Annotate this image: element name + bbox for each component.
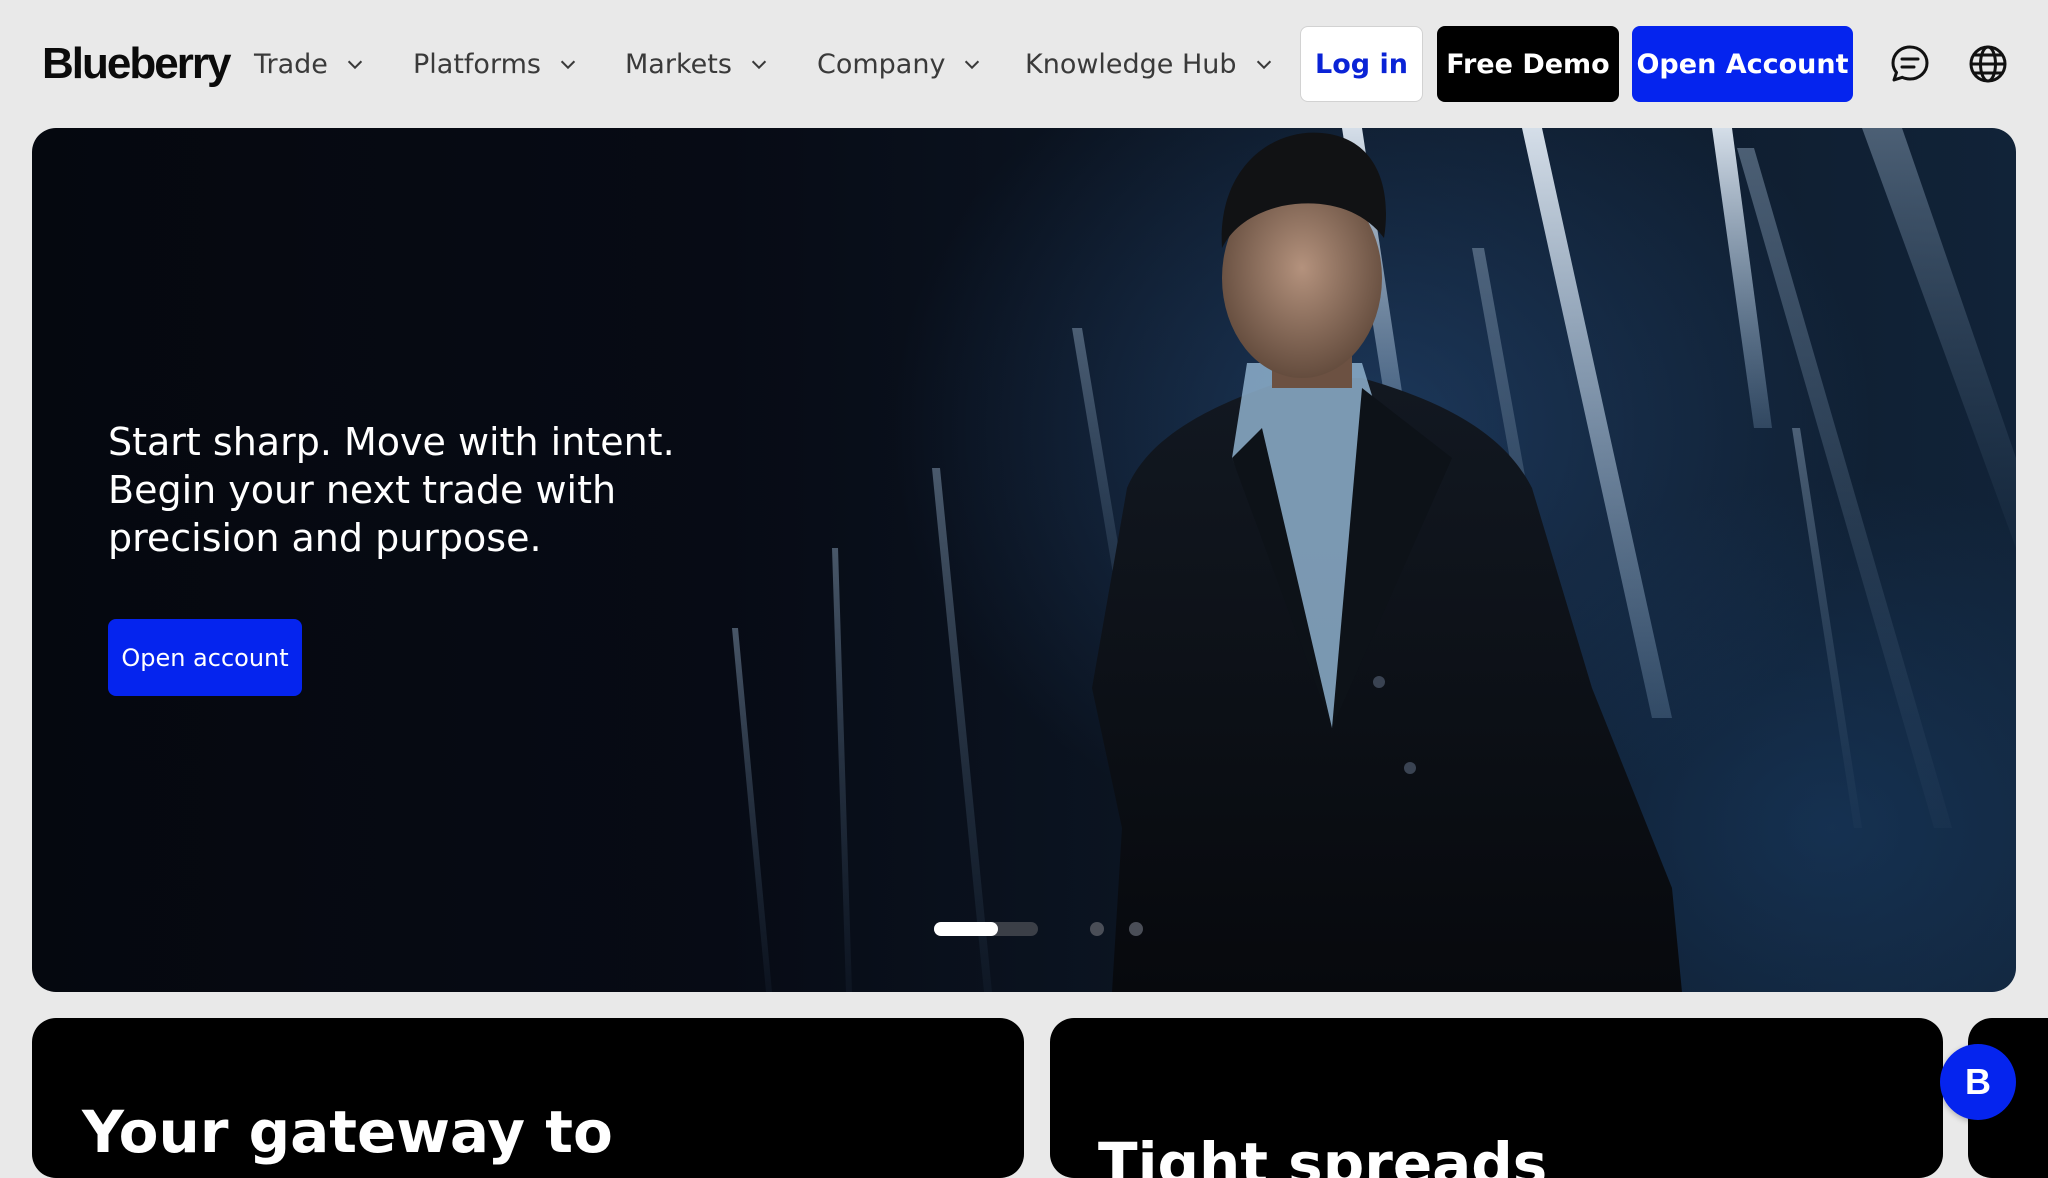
hero-headline: Start sharp. Move with intent. Begin you… [108, 418, 708, 562]
carousel-dot-1-active[interactable] [934, 922, 998, 936]
blueberry-logo[interactable]: Blueberry [42, 36, 231, 92]
carousel-dot-2[interactable] [1090, 922, 1104, 936]
spreads-card-title: Tight spreads [1098, 1130, 1548, 1178]
open-account-button[interactable]: Open Account [1632, 26, 1853, 102]
globe-icon[interactable] [1966, 42, 2010, 86]
hero-line-1: Start sharp. Move with intent. [108, 420, 675, 464]
chat-widget-button[interactable]: B [1940, 1044, 2016, 1120]
hero-line-2: Begin your next trade with [108, 468, 617, 512]
nav-platforms-label: Platforms [413, 48, 541, 80]
chevron-down-icon [1256, 60, 1271, 70]
nav-knowledge-hub-label: Knowledge Hub [1025, 48, 1237, 80]
chevron-down-icon [347, 60, 363, 70]
nav-markets-label: Markets [625, 48, 732, 80]
free-demo-button[interactable]: Free Demo [1437, 26, 1619, 102]
carousel-dot-3[interactable] [1129, 922, 1143, 936]
gateway-card-title: Your gateway to [82, 1098, 613, 1166]
nav-knowledge-hub[interactable]: Knowledge Hub [1025, 42, 1275, 86]
site-header: Blueberry Trade Platforms Markets Compan… [0, 0, 2048, 128]
nav-trade-label: Trade [254, 48, 328, 80]
hero-line-3: precision and purpose. [108, 516, 542, 560]
chevron-down-icon [965, 60, 980, 70]
chevron-down-icon [560, 60, 576, 70]
nav-markets[interactable]: Markets [625, 42, 770, 86]
nav-company-label: Company [817, 48, 946, 80]
chevron-down-icon [751, 60, 767, 70]
login-button[interactable]: Log in [1300, 26, 1423, 102]
hero-banner: Start sharp. Move with intent. Begin you… [32, 128, 2016, 992]
chat-icon[interactable] [1888, 42, 1932, 86]
nav-trade[interactable]: Trade [254, 42, 366, 86]
nav-company[interactable]: Company [817, 42, 983, 86]
hero-open-account-button[interactable]: Open account [108, 619, 302, 696]
nav-platforms[interactable]: Platforms [413, 42, 579, 86]
gateway-card[interactable]: Your gateway to [32, 1018, 1024, 1178]
spreads-card[interactable]: Tight spreads [1050, 1018, 1943, 1178]
